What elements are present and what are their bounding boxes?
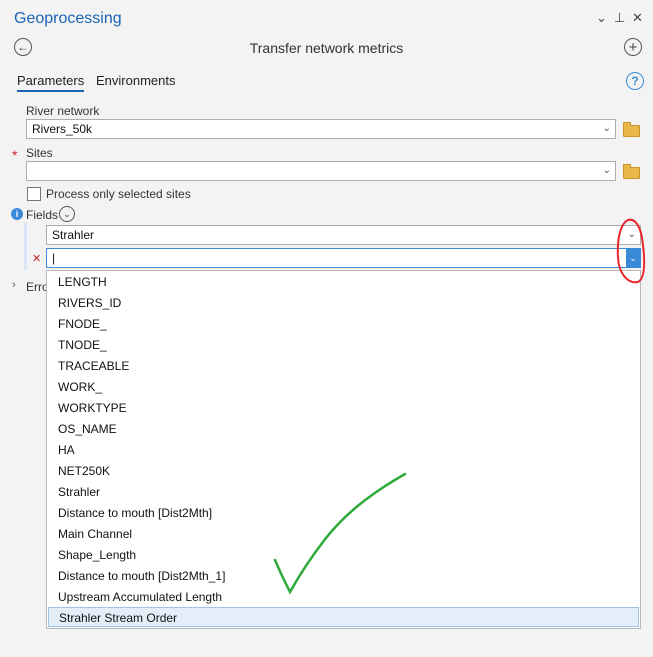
list-item[interactable]: OS_NAME [48,419,639,439]
chevron-down-icon: ⌄ [602,165,611,176]
list-item[interactable]: Shape_Length [48,545,639,565]
pane-title: Geoprocessing [14,10,122,27]
list-item[interactable]: Distance to mouth [Dist2Mth] [48,503,639,523]
fields-row1-combo[interactable]: Strahler ⌄ [46,225,641,245]
list-item[interactable]: WORK_ [48,377,639,397]
help-icon[interactable]: ? [626,72,644,90]
fields-group-bar [24,222,27,270]
process-selected-label: Process only selected sites [46,187,191,201]
close-icon[interactable]: ✕ [632,10,643,26]
info-icon: i [11,208,23,220]
required-marker: * [12,147,18,163]
fields-label: Fields [26,208,59,222]
list-item[interactable]: FNODE_ [48,314,639,334]
fields-row1-value: Strahler [52,228,95,242]
list-item[interactable]: HA [48,440,639,460]
pin-icon[interactable]: ⊥ [614,10,625,26]
list-item[interactable]: TNODE_ [48,335,639,355]
pane-options-chevron-icon[interactable]: ⌄ [596,10,607,26]
fields-row2-combo[interactable]: | [46,248,641,268]
river-network-label: River network [26,104,100,118]
browse-folder-icon[interactable] [623,164,640,179]
list-item-selected[interactable]: Strahler Stream Order [48,607,639,627]
list-item[interactable]: Distance to mouth [Dist2Mth_1] [48,566,639,586]
chevron-down-icon: ⌄ [602,123,611,134]
sites-label: Sites [26,146,53,160]
field-dropdown-list[interactable]: LENGTH RIVERS_ID FNODE_ TNODE_ TRACEABLE… [46,270,641,629]
list-item[interactable]: Main Channel [48,524,639,544]
chevron-down-icon: ⌄ [627,229,636,240]
tab-environments[interactable]: Environments [96,73,175,88]
browse-folder-icon[interactable] [623,122,640,137]
fields-dropdown-button-icon[interactable]: ⌄ [626,249,640,267]
tool-title: Transfer network metrics [249,40,404,56]
add-icon[interactable]: + [624,38,642,56]
fields-row2-value: | [52,251,56,265]
list-item[interactable]: WORKTYPE [48,398,639,418]
list-item[interactable]: TRACEABLE [48,356,639,376]
river-network-value: Rivers_50k [32,122,93,136]
list-item[interactable]: Upstream Accumulated Length [48,587,639,607]
list-item[interactable]: RIVERS_ID [48,293,639,313]
tab-parameters[interactable]: Parameters [17,73,85,92]
sites-combo[interactable]: ⌄ [26,161,616,181]
list-item[interactable]: LENGTH [48,272,639,292]
fields-expand-icon[interactable]: ⌄ [59,206,75,222]
errors-expander-icon[interactable]: › [12,279,16,291]
list-item[interactable]: Strahler [48,482,639,502]
remove-row-icon[interactable]: ✕ [32,252,41,265]
process-selected-checkbox[interactable] [27,187,41,201]
river-network-combo[interactable]: Rivers_50k ⌄ [26,119,616,139]
list-item[interactable]: NET250K [48,461,639,481]
